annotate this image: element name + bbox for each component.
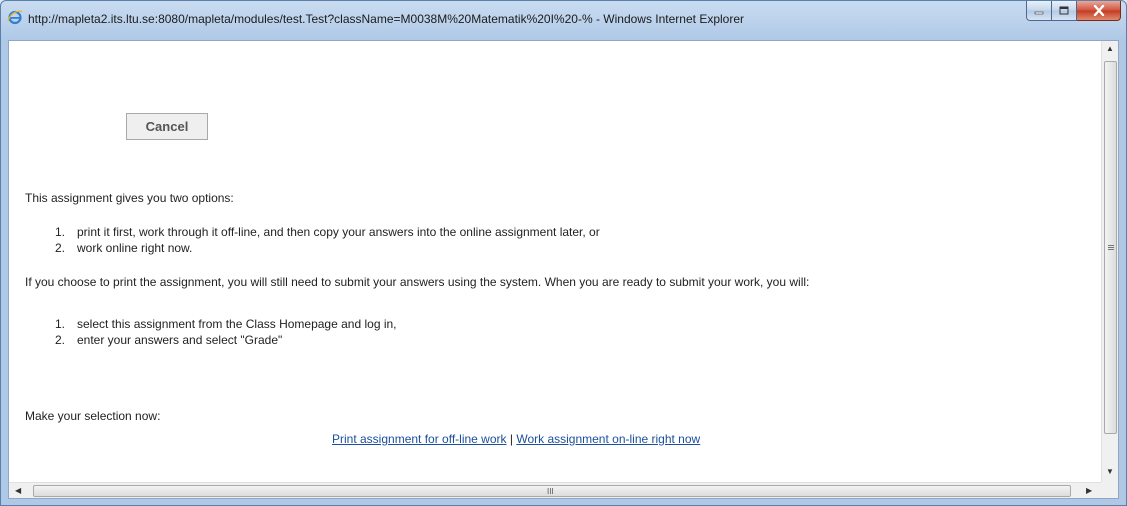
grip-icon [1108,245,1114,251]
list-text: work online right now. [77,241,193,255]
maximize-icon [1059,6,1069,14]
browser-window: http://mapleta2.its.ltu.se:8080/mapleta/… [0,0,1127,506]
scroll-down-icon[interactable]: ▼ [1106,467,1114,476]
internet-explorer-icon [7,10,23,25]
window-title: http://mapleta2.its.ltu.se:8080/mapleta/… [28,12,745,26]
cancel-button[interactable]: Cancel [126,113,208,140]
minimize-button[interactable] [1026,1,1052,21]
list-number: 2. [55,241,66,255]
list-number: 1. [55,317,66,331]
caption-buttons [1026,1,1121,23]
vertical-scroll-thumb[interactable] [1104,61,1117,434]
close-icon [1093,5,1104,16]
close-button[interactable] [1077,1,1121,21]
grip-icon: III [547,487,554,496]
list-item: 2. enter your answers and select "Grade" [55,333,282,347]
scroll-right-icon[interactable]: ▶ [1086,486,1092,495]
scroll-left-icon[interactable]: ◀ [15,486,21,495]
list-number: 2. [55,333,66,347]
scroll-up-icon[interactable]: ▲ [1106,44,1114,53]
horizontal-scrollbar[interactable]: ◀ III ▶ [9,482,1101,498]
list-text: select this assignment from the Class Ho… [77,317,397,331]
selection-prompt: Make your selection now: [25,409,161,423]
list-item: 1. select this assignment from the Class … [55,317,397,331]
link-separator: | [509,432,513,446]
horizontal-scroll-thumb[interactable]: III [33,485,1071,497]
title-bar[interactable]: http://mapleta2.its.ltu.se:8080/mapleta/… [1,1,1126,41]
page-content: Cancel This assignment gives you two opt… [9,41,1101,484]
scrollbar-corner [1101,482,1118,498]
list-number: 1. [55,225,66,239]
print-note-text: If you choose to print the assignment, y… [25,275,810,289]
minimize-icon [1034,11,1044,14]
maximize-button[interactable] [1052,1,1077,21]
print-assignment-link[interactable]: Print assignment for off-line work [332,432,507,446]
page-viewport: Cancel This assignment gives you two opt… [8,40,1119,499]
list-item: 1. print it first, work through it off-li… [55,225,600,239]
selection-links: Print assignment for off-line work | Wor… [332,432,700,446]
list-text: print it first, work through it off-line… [77,225,600,239]
work-online-link[interactable]: Work assignment on-line right now [516,432,700,446]
list-text: enter your answers and select "Grade" [77,333,283,347]
intro-text: This assignment gives you two options: [25,191,234,205]
vertical-scrollbar[interactable]: ▲ ▼ [1101,41,1118,484]
list-item: 2. work online right now. [55,241,192,255]
